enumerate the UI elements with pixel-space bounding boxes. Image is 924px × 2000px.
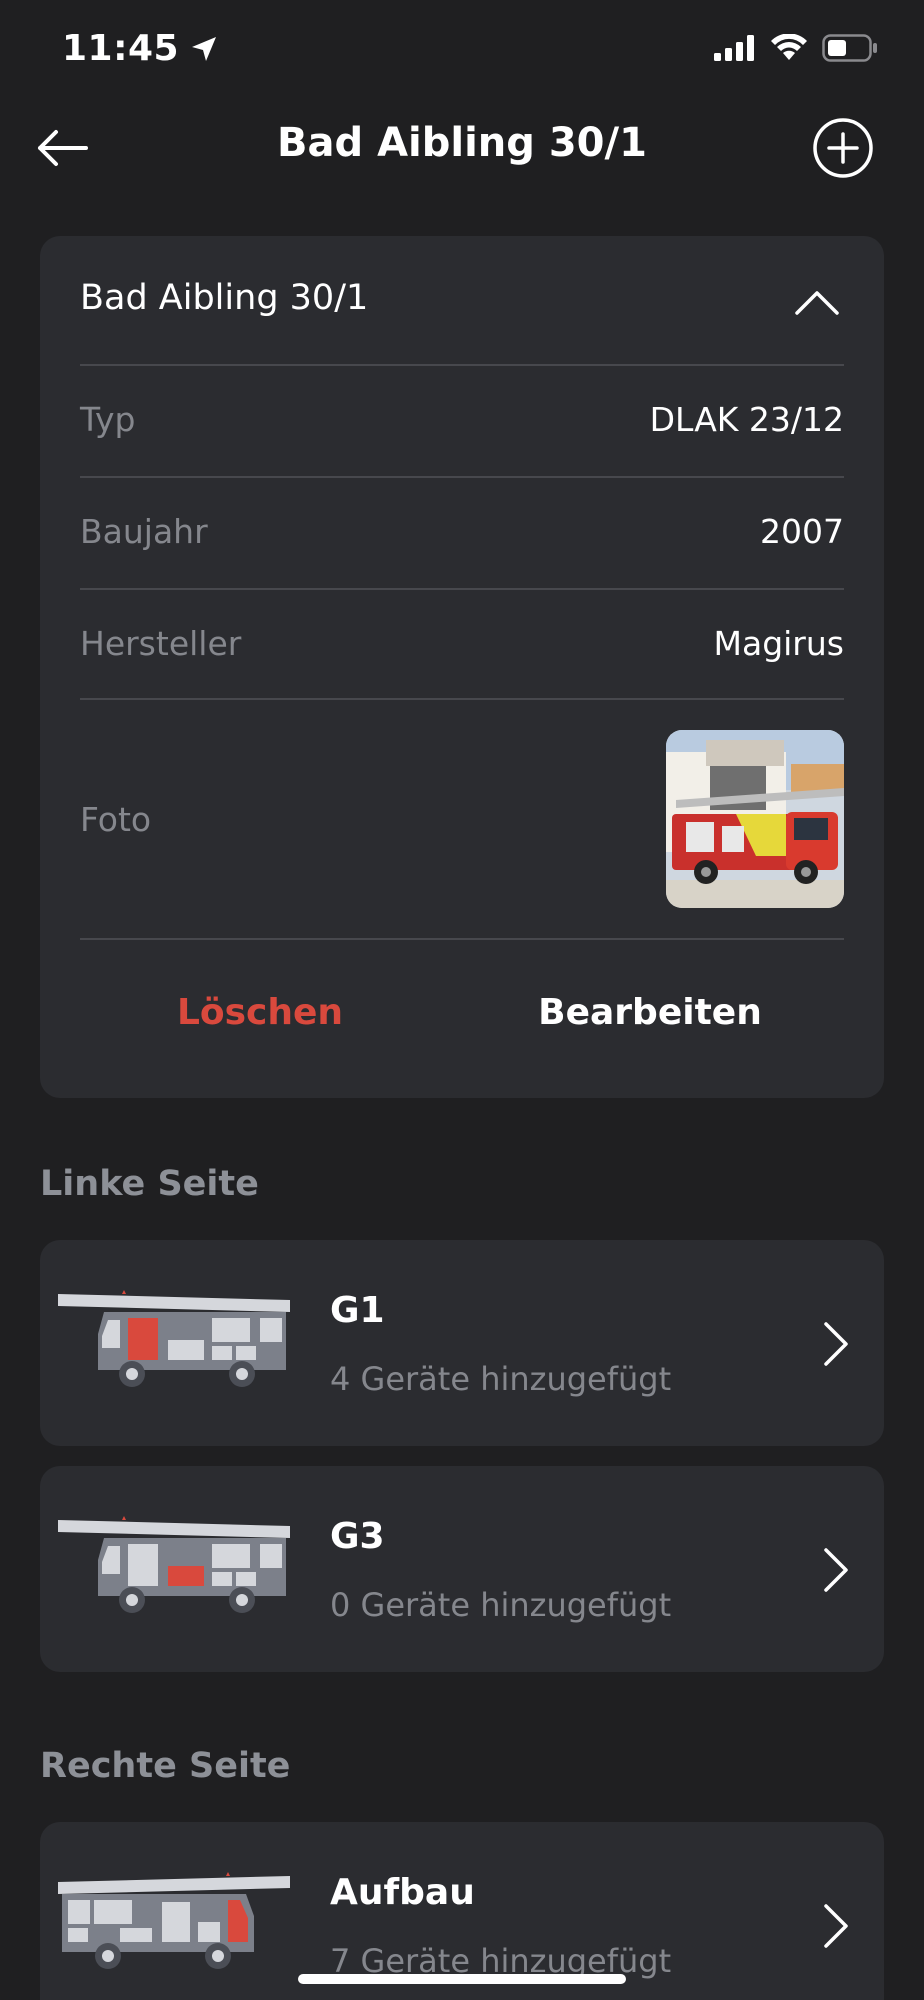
manufacturer-value: Magirus — [713, 624, 845, 663]
home-indicator[interactable] — [298, 1974, 626, 1984]
section-heading-left: Linke Seite — [40, 1164, 259, 1204]
page-title: Bad Aibling 30/1 — [277, 120, 647, 166]
edit-button[interactable]: Bearbeiten — [480, 992, 820, 1033]
compartment-subtitle: 0 Geräte hinzugefügt — [330, 1586, 672, 1624]
signal-icon — [714, 35, 754, 61]
compartment-item-g1[interactable]: G1 4 Geräte hinzugefügt — [40, 1240, 884, 1446]
chevron-up-icon — [795, 291, 839, 315]
divider — [80, 938, 844, 940]
add-button[interactable] — [812, 117, 874, 179]
delete-button[interactable]: Löschen — [90, 992, 430, 1033]
collapse-button[interactable] — [794, 288, 840, 316]
truck-left-g1-icon — [58, 1290, 290, 1387]
status-icons — [714, 34, 878, 62]
status-bar-time: 11:45 — [62, 28, 219, 69]
chevron-right-icon — [824, 1904, 848, 1948]
type-label: Typ — [80, 400, 136, 439]
vehicle-info-card: Bad Aibling 30/1 Typ DLAK 23/12 Baujahr … — [40, 236, 884, 1098]
truck-left-g3-icon — [58, 1516, 290, 1613]
divider — [80, 476, 844, 478]
wifi-icon — [771, 34, 807, 60]
compartment-title: G1 — [330, 1290, 385, 1331]
year-label: Baujahr — [80, 512, 208, 551]
compartment-title: Aufbau — [330, 1872, 475, 1913]
compartment-subtitle: 4 Geräte hinzugefügt — [330, 1360, 672, 1398]
vehicle-photo[interactable] — [666, 730, 844, 908]
section-heading-right: Rechte Seite — [40, 1746, 291, 1786]
divider — [80, 698, 844, 700]
chevron-right-icon — [824, 1322, 848, 1366]
truck-right-aufbau-icon — [58, 1872, 290, 1969]
compartment-title: G3 — [330, 1516, 385, 1557]
time-text: 11:45 — [62, 28, 180, 69]
manufacturer-label: Hersteller — [80, 624, 242, 663]
add-circle-icon — [813, 118, 873, 178]
chevron-right-icon — [824, 1548, 848, 1592]
location-arrow-icon — [192, 36, 217, 61]
compartment-item-g3[interactable]: G3 0 Geräte hinzugefügt — [40, 1466, 884, 1672]
year-value: 2007 — [760, 512, 844, 551]
battery-icon — [822, 34, 877, 62]
divider — [80, 364, 844, 366]
photo-label: Foto — [80, 800, 152, 839]
fire-truck-photo — [666, 730, 844, 908]
divider — [80, 588, 844, 590]
type-value: DLAK 23/12 — [649, 400, 844, 439]
card-title: Bad Aibling 30/1 — [80, 278, 369, 318]
